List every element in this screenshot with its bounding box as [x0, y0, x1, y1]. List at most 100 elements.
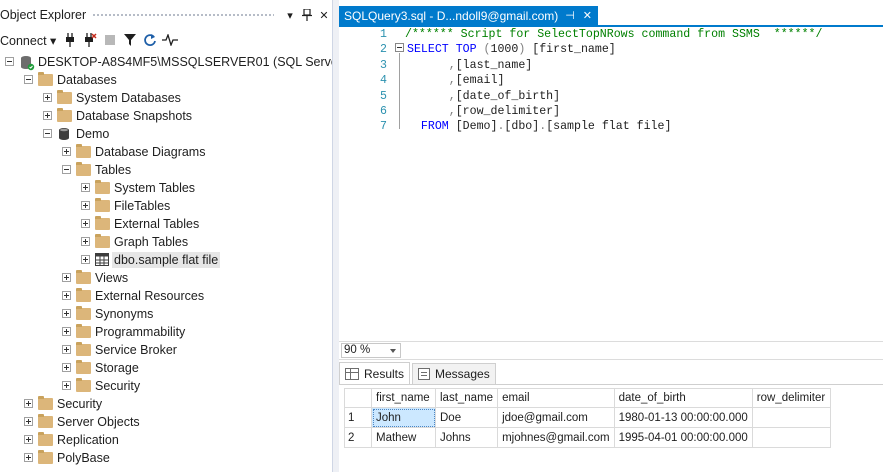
tree-node[interactable]: Views — [0, 269, 332, 287]
expand-icon[interactable] — [24, 417, 33, 426]
tab-pin-icon[interactable]: ⊣ — [565, 9, 575, 22]
results-grid: first_name last_name email date_of_birth row… — [344, 388, 831, 448]
column-header[interactable]: row_delimiter — [751, 388, 831, 408]
stop-icon[interactable] — [100, 31, 120, 49]
code-line[interactable]: ,[date_of_birth] — [407, 89, 560, 104]
close-icon[interactable]: ✕ — [316, 7, 332, 23]
tree-node[interactable]: Security — [0, 395, 332, 413]
expand-icon[interactable] — [62, 309, 71, 318]
column-header[interactable]: last_name — [434, 388, 499, 408]
table-row[interactable]: 1 John Doe jdoe@gmail.com 1980-01-13 00:00:0… — [344, 407, 831, 428]
code-line[interactable]: ,[last_name] — [407, 58, 533, 73]
grid-cell[interactable] — [751, 427, 831, 448]
tree-node[interactable]: Tables — [0, 161, 332, 179]
collapse-icon[interactable] — [62, 165, 71, 174]
folder-icon — [76, 144, 92, 159]
expand-icon[interactable] — [62, 363, 71, 372]
expand-icon[interactable] — [81, 219, 90, 228]
expand-icon[interactable] — [24, 453, 33, 462]
tab-messages[interactable]: Messages — [412, 363, 496, 384]
tree-node[interactable]: Graph Tables — [0, 233, 332, 251]
folder-icon — [76, 162, 92, 177]
code-line[interactable]: SELECT TOP (1000) [first_name] — [407, 42, 616, 57]
expand-icon[interactable] — [62, 381, 71, 390]
grid-cell[interactable]: Mathew — [371, 427, 436, 448]
tree-node[interactable]: System Tables — [0, 179, 332, 197]
collapse-icon[interactable] — [43, 129, 52, 138]
code-token: , — [407, 74, 456, 88]
sql-editor[interactable]: 1234567 /****** Script for SelectTopNRow… — [339, 27, 883, 341]
object-explorer-title: Object Explorer — [0, 8, 87, 22]
code-line[interactable]: FROM [Demo].[dbo].[sample flat file] — [407, 119, 672, 134]
collapse-icon[interactable] — [5, 57, 14, 66]
window-position-dropdown-icon[interactable]: ▾ — [282, 7, 298, 23]
tree-node[interactable]: Server Objects — [0, 413, 332, 431]
tree-node[interactable]: Synonyms — [0, 305, 332, 323]
tab-results[interactable]: Results — [339, 362, 411, 384]
grid-cell[interactable]: Johns — [434, 427, 499, 448]
zoom-select[interactable]: 90 % — [341, 343, 401, 358]
table-row[interactable]: 2 Mathew Johns mjohnes@gmail.com 1995-04-01 … — [344, 427, 831, 448]
tree-node[interactable]: Security — [0, 377, 332, 395]
grid-cell[interactable]: 1980-01-13 00:00:00.000 — [613, 407, 753, 428]
tree-node[interactable]: External Tables — [0, 215, 332, 233]
column-header[interactable]: email — [497, 388, 615, 408]
expand-icon[interactable] — [24, 435, 33, 444]
connect-button[interactable]: Connect ▾ — [0, 33, 56, 48]
row-number[interactable]: 1 — [344, 407, 372, 428]
expand-icon[interactable] — [62, 291, 71, 300]
expand-icon[interactable] — [24, 399, 33, 408]
grid-cell[interactable]: jdoe@gmail.com — [497, 407, 615, 428]
tree-node[interactable]: Database Snapshots — [0, 107, 332, 125]
tab-sqlquery3[interactable]: SQLQuery3.sql - D...ndoll9@gmail.com) ⊣ … — [339, 6, 598, 25]
messages-icon — [418, 368, 431, 380]
grid-cell[interactable]: Doe — [434, 407, 499, 428]
code-line[interactable]: ,[email] — [407, 73, 505, 88]
tree-node[interactable]: Database Diagrams — [0, 143, 332, 161]
grid-cell[interactable] — [751, 407, 831, 428]
tree-node[interactable]: Programmability — [0, 323, 332, 341]
tree-node[interactable]: External Resources — [0, 287, 332, 305]
code-token: SELECT TOP — [407, 43, 484, 57]
activity-monitor-icon[interactable] — [160, 31, 180, 49]
tree-node[interactable]: DESKTOP-A8S4MF5\MSSQLSERVER01 (SQL Serve… — [0, 53, 332, 71]
grid-cell[interactable]: 1995-04-01 00:00:00.000 — [613, 427, 753, 448]
tree-node[interactable]: Storage — [0, 359, 332, 377]
folder-icon — [38, 432, 54, 447]
expand-icon[interactable] — [43, 93, 52, 102]
column-header[interactable]: date_of_birth — [613, 388, 753, 408]
filter-icon[interactable] — [120, 31, 140, 49]
code-line[interactable]: /****** Script for SelectTopNRows comman… — [405, 27, 822, 42]
tree-node[interactable]: System Databases — [0, 89, 332, 107]
expand-icon[interactable] — [62, 327, 71, 336]
expand-icon[interactable] — [43, 111, 52, 120]
tab-close-icon[interactable]: ✕ — [583, 9, 592, 22]
collapse-region-icon[interactable] — [395, 43, 404, 52]
expand-icon[interactable] — [81, 183, 90, 192]
expand-icon[interactable] — [62, 345, 71, 354]
expand-icon[interactable] — [81, 237, 90, 246]
expand-icon[interactable] — [62, 147, 71, 156]
expand-icon[interactable] — [81, 201, 90, 210]
disconnect-icon[interactable] — [80, 31, 100, 49]
grid-corner[interactable] — [344, 388, 372, 408]
column-header[interactable]: first_name — [371, 388, 436, 408]
tree-node[interactable]: Demo — [0, 125, 332, 143]
expand-icon[interactable] — [62, 273, 71, 282]
grid-cell[interactable]: John — [371, 407, 436, 428]
code-line[interactable]: ,[row_delimiter] — [407, 104, 560, 119]
tree-node[interactable]: Replication — [0, 431, 332, 449]
pin-icon[interactable] — [299, 7, 315, 23]
tree-node[interactable]: dbo.sample flat file — [0, 251, 332, 269]
row-number[interactable]: 2 — [344, 427, 372, 448]
tree-node[interactable]: PolyBase — [0, 449, 332, 467]
tree-node[interactable]: FileTables — [0, 197, 332, 215]
refresh-icon[interactable] — [140, 31, 160, 49]
tree-node[interactable]: Databases — [0, 71, 332, 89]
collapse-icon[interactable] — [24, 75, 33, 84]
connect-plug-icon[interactable] — [60, 31, 80, 49]
tree-node-label: Security — [95, 379, 141, 393]
tree-node[interactable]: Service Broker — [0, 341, 332, 359]
expand-icon[interactable] — [81, 255, 90, 264]
grid-cell[interactable]: mjohnes@gmail.com — [497, 427, 615, 448]
